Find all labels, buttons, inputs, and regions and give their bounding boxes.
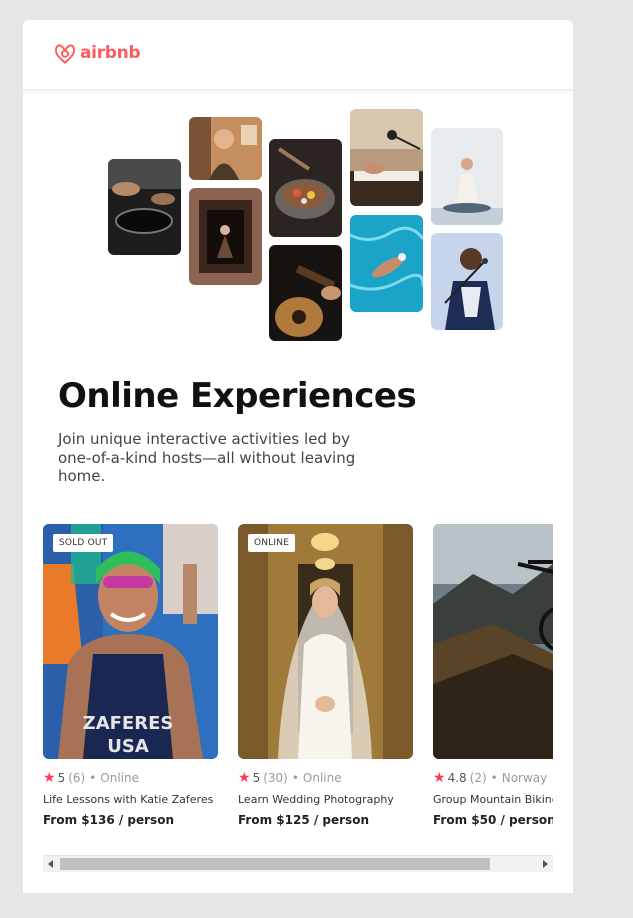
mountain-bike-photo[interactable] [433, 524, 553, 759]
swimmer-photo [350, 215, 423, 312]
mirror-room-photo [189, 188, 262, 285]
experience-carousel[interactable]: ZAFERES USA SOLD OUT ★ 5 (6) • Online Li… [43, 524, 553, 856]
rating-row: ★ 5 (30) • Online [238, 771, 413, 785]
star-icon: ★ [433, 770, 446, 786]
food-bowl-photo [269, 139, 342, 237]
rating-value: 5 [252, 771, 261, 785]
experience-item[interactable]: ZAFERES USA SOLD OUT ★ 5 (6) • Online Li… [43, 524, 218, 827]
rating-value: 4.8 [447, 771, 467, 785]
svg-text:ZAFERES: ZAFERES [83, 713, 174, 734]
experience-title[interactable]: Learn Wedding Photography [238, 793, 413, 806]
location-label: Online [100, 771, 139, 785]
singer-photo [431, 233, 503, 330]
scroll-right-icon[interactable] [543, 860, 548, 868]
cafe-host-photo [189, 117, 262, 180]
location-label: Online [302, 771, 342, 785]
experience-title[interactable]: Group Mountain Biking [433, 793, 553, 806]
experience-item[interactable]: ★ 4.8 (2) • Norway Group Mountain Biking… [433, 524, 553, 827]
svg-text:USA: USA [107, 736, 149, 757]
microphone-piano-photo [350, 109, 423, 206]
experience-card: airbnb Online Experiences Join unique in… [23, 20, 573, 893]
location-label: Norway [501, 771, 548, 785]
star-icon: ★ [43, 770, 56, 786]
rating-value: 5 [57, 771, 66, 785]
experience-collage [23, 20, 573, 360]
separator-dot: • [291, 771, 299, 785]
experience-item[interactable]: ONLINE ★ 5 (30) • Online Learn Wedding P… [238, 524, 413, 827]
status-badge: SOLD OUT [53, 534, 114, 552]
page-subtitle: Join unique interactive activities led b… [58, 430, 356, 485]
page-title: Online Experiences [58, 376, 417, 416]
status-badge: ONLINE [248, 534, 296, 552]
scrollbar-thumb[interactable] [60, 858, 490, 870]
yoga-photo [431, 128, 503, 225]
guitar-photo [269, 245, 342, 341]
experience-price: From $50 / person [433, 813, 553, 827]
cooking-photo [108, 159, 181, 255]
review-count: (6) [68, 771, 86, 785]
separator-dot: • [89, 771, 97, 785]
rating-row: ★ 5 (6) • Online [43, 771, 218, 785]
athlete-photo[interactable]: ZAFERES USA SOLD OUT [43, 524, 218, 759]
star-icon: ★ [238, 770, 251, 786]
experience-title[interactable]: Life Lessons with Katie Zaferes [43, 793, 218, 806]
review-count: (30) [263, 771, 288, 785]
experience-price: From $125 / person [238, 813, 369, 827]
bride-photo[interactable]: ONLINE [238, 524, 413, 759]
rating-row: ★ 4.8 (2) • Norway [433, 771, 553, 785]
scroll-left-icon[interactable] [48, 860, 53, 868]
separator-dot: • [490, 771, 498, 785]
horizontal-scrollbar[interactable] [43, 855, 553, 872]
review-count: (2) [469, 771, 487, 785]
experience-price: From $136 / person [43, 813, 174, 827]
